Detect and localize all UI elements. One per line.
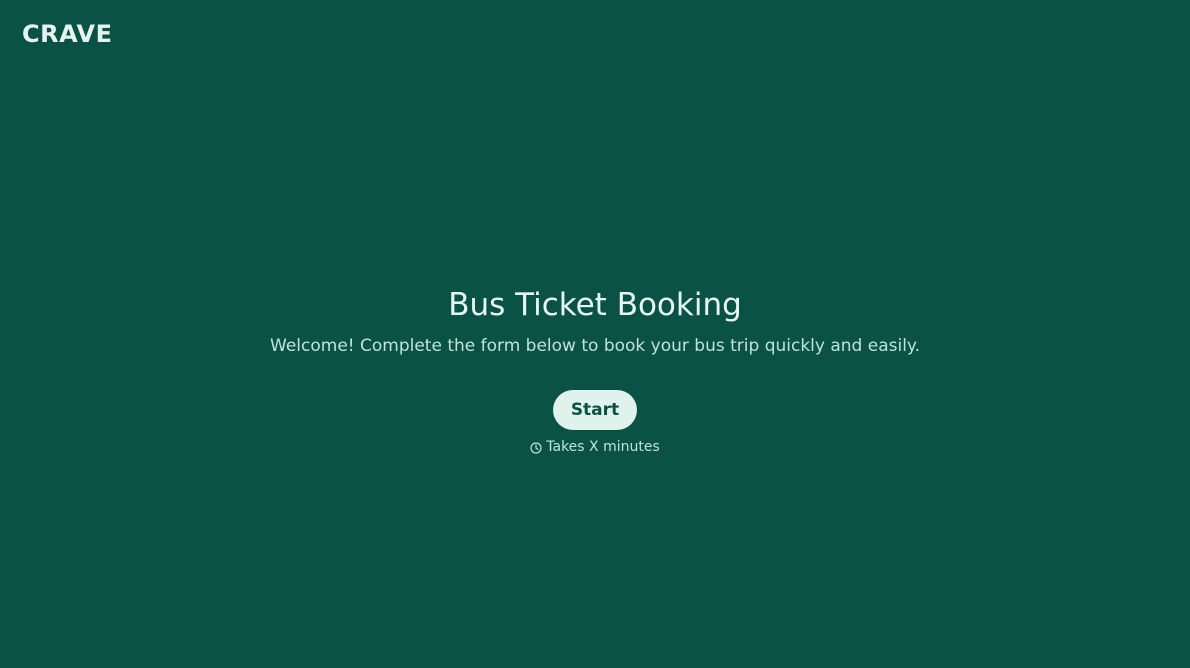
start-button[interactable]: Start [553,390,637,430]
welcome-page: CRAVE Bus Ticket Booking Welcome! Comple… [0,0,1190,668]
brand-logo: CRAVE [22,20,113,48]
clock-icon [530,441,542,454]
duration-text: Takes X minutes [546,439,660,455]
duration-note: Takes X minutes [0,438,1190,456]
hero-section: Bus Ticket Booking Welcome! Complete the… [0,284,1190,456]
page-title: Bus Ticket Booking [448,287,742,323]
page-subtitle: Welcome! Complete the form below to book… [270,336,920,356]
